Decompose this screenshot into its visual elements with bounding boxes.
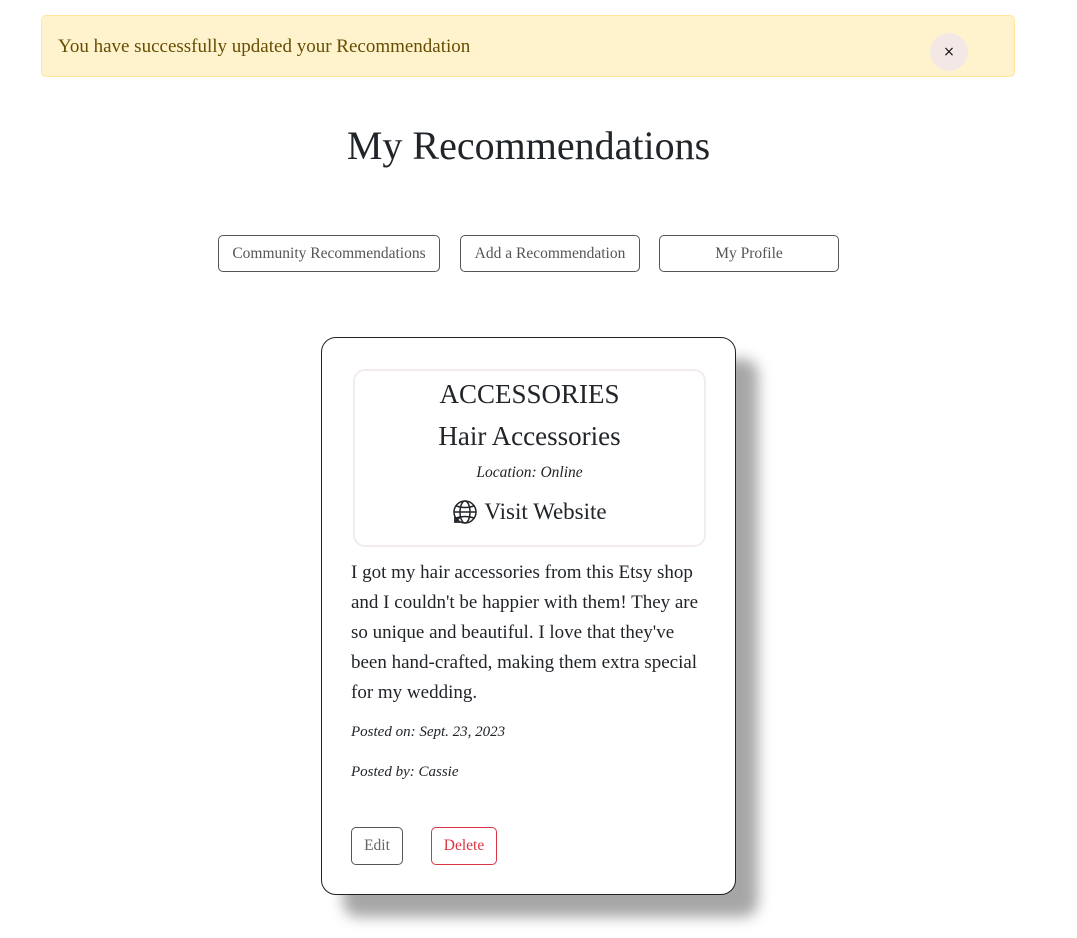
page-title: My Recommendations	[346, 123, 711, 168]
delete-button[interactable]: Delete	[431, 827, 497, 865]
recommendation-header: ACCESSORIES Hair Accessories Location: O…	[353, 369, 706, 547]
recommendation-location: Location: Online	[476, 464, 583, 481]
close-alert-button[interactable]: ×	[930, 33, 968, 71]
community-recommendations-button[interactable]: Community Recommendations	[218, 235, 440, 272]
my-profile-button[interactable]: My Profile	[659, 235, 839, 272]
edit-button[interactable]: Edit	[351, 827, 403, 865]
posted-on: Posted on: Sept. 23, 2023	[351, 724, 506, 740]
recommendation-description: I got my hair accessories from this Etsy…	[351, 562, 699, 703]
visit-website-link[interactable]: Visit Website	[355, 499, 704, 525]
add-recommendation-button[interactable]: Add a Recommendation	[460, 235, 640, 272]
visit-website-label: Visit Website	[484, 499, 607, 524]
globe-icon	[452, 499, 478, 525]
posted-by: Posted by: Cassie	[351, 764, 459, 780]
success-alert: You have successfully updated your Recom…	[41, 15, 1015, 77]
recommendation-category: ACCESSORIES	[439, 379, 620, 409]
alert-message: You have successfully updated your Recom…	[58, 36, 471, 57]
recommendation-title: Hair Accessories	[438, 421, 621, 451]
recommendation-card: ACCESSORIES Hair Accessories Location: O…	[321, 337, 736, 895]
